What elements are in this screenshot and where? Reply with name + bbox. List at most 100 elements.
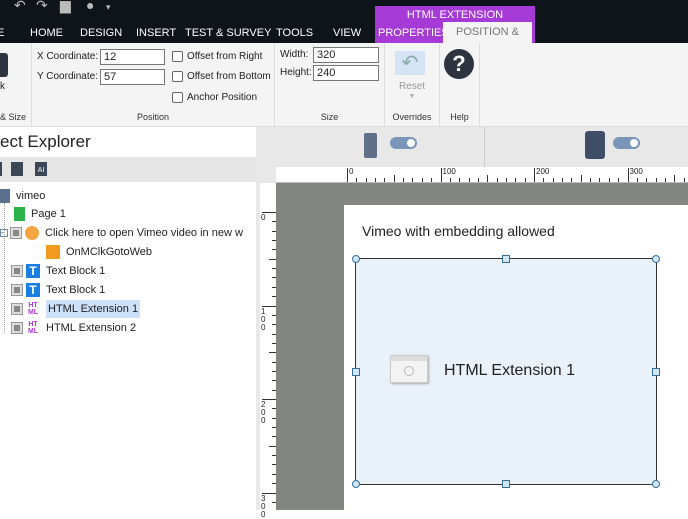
tree-item-page[interactable]: Page 1 [14,205,66,223]
tablet-icon[interactable] [585,131,605,159]
tree-item-action[interactable]: OnMClkGotoWeb [46,243,152,261]
offset-bottom-checkbox[interactable] [172,71,183,82]
resize-handle[interactable] [652,480,660,488]
reset-button[interactable]: Reset [385,81,439,92]
group-help: ? Help [440,43,480,127]
tree-label: Click here to open Vimeo video in new w [45,227,243,239]
tab-design[interactable]: DESIGN [80,27,122,39]
tab-test-survey[interactable]: TEST & SURVEY [185,27,271,39]
ruler-tick [440,168,442,182]
y-coordinate-input[interactable]: 57 [100,69,165,85]
tree-label: Text Block 1 [46,265,106,277]
page-icon[interactable] [11,162,23,176]
group-label: Size [320,112,339,122]
height-label: Height: [280,67,312,78]
ruler-tick [664,178,666,182]
x-label: X Coordinate: [37,51,99,62]
ruler-label: 0 [261,213,266,222]
ruler-label: 300 [261,493,266,519]
tab-insert[interactable]: INSERT [136,27,176,39]
tree-item-click-action[interactable]: - Click here to open Vimeo video in new w [0,224,243,242]
explorer-toolbar: AI [0,157,256,182]
anchor-position-checkbox[interactable] [172,92,183,103]
ruler-tick [524,178,526,182]
text-block-heading[interactable]: Vimeo with embedding allowed [362,223,555,239]
visibility-icon[interactable] [10,227,22,239]
text-block-icon: T [26,283,40,297]
divider [484,127,485,167]
tab-properties[interactable]: PROPERTIES [378,27,449,39]
html-icon: HT ML [27,302,39,316]
vertical-ruler: 0 100 200 300 [260,183,276,518]
x-coordinate-input[interactable]: 12 [100,49,165,65]
tab-position-size[interactable]: POSITION & SIZE [443,22,532,59]
ruler-tick [590,178,592,182]
height-input[interactable]: 240 [313,65,379,81]
ruler-tick [515,178,517,182]
tree-item-vimeo[interactable]: vimeo [0,187,45,205]
group-position: X Coordinate: 12 Y Coordinate: 57 Offset… [32,43,275,127]
undo-icon[interactable]: ↶ [14,0,26,14]
resize-handle[interactable] [652,367,660,376]
print-icon[interactable]: ▆ [60,0,71,14]
ruler-tick [552,178,554,182]
visibility-icon[interactable] [11,322,23,334]
lock-label: k [0,81,5,92]
lock-icon[interactable] [0,53,8,77]
ruler-label: 200 [261,400,266,425]
offset-right-checkbox[interactable] [172,51,183,62]
ruler-tick [580,175,582,182]
title-bar: ↶ ↷ ▆ ● ▾ E HOME DESIGN INSERT TEST & SU… [0,0,688,59]
click-icon [25,226,39,240]
tab-tools[interactable]: TOOLS [276,27,313,39]
html-icon: HT ML [27,321,39,335]
ruler-label: 100 [442,167,456,176]
phone-toggle[interactable] [390,137,417,149]
tree-item-html-extension-2[interactable]: HT ML HTML Extension 2 [11,319,136,337]
resize-handle[interactable] [652,255,660,263]
ruler-tick [459,178,461,182]
tab-home[interactable]: HOME [30,27,63,39]
offset-bottom-label: Offset from Bottom [187,71,271,82]
resize-handle[interactable] [352,480,360,488]
ruler-label: 300 [629,167,643,176]
ruler-tick [505,178,507,182]
visibility-icon[interactable] [11,284,23,296]
ruler-tick [347,168,348,182]
ai-icon[interactable]: AI [35,162,47,176]
tablet-toggle[interactable] [613,137,640,149]
ruler-tick [269,258,276,260]
collapse-icon[interactable]: - [0,229,8,237]
project-icon [0,189,10,203]
tree-item-text-block[interactable]: T Text Block 1 [11,281,105,299]
reset-dropdown-icon[interactable]: ▼ [385,93,439,100]
globe-icon[interactable]: ● [86,0,94,13]
tab-view[interactable]: VIEW [333,27,361,39]
group-size: Width: 320 Height: 240 Size [275,43,385,127]
tree-item-text-block[interactable]: T Text Block 1 [11,262,106,280]
phone-icon[interactable] [364,133,377,158]
help-icon[interactable]: ? [444,49,474,79]
redo-icon[interactable]: ↷ [36,0,48,14]
toolbar-icon[interactable] [0,162,2,176]
tree-item-html-extension-1[interactable]: HT ML HTML Extension 1 [11,300,141,318]
ruler-tick [683,178,685,182]
resize-handle[interactable] [352,367,360,376]
ruler-tick [496,178,498,182]
ruler-tick [618,178,620,182]
ruler-tick [269,445,276,447]
width-input[interactable]: 320 [313,47,379,63]
resize-handle[interactable] [352,255,360,263]
reset-icon[interactable]: ↶ [395,51,425,75]
html-extension-widget[interactable]: HTML Extension 1 [352,255,660,488]
visibility-icon[interactable] [11,303,23,315]
visibility-icon[interactable] [11,265,23,277]
resize-handle[interactable] [502,480,510,488]
ruler-tick [543,178,545,182]
group-label: Position [136,112,170,122]
resize-handle[interactable] [502,255,510,263]
tab-file-partial[interactable]: E [0,27,4,39]
ruler-tick [431,178,433,182]
quick-access-dropdown-icon[interactable]: ▾ [106,2,111,13]
page-icon [14,207,25,221]
